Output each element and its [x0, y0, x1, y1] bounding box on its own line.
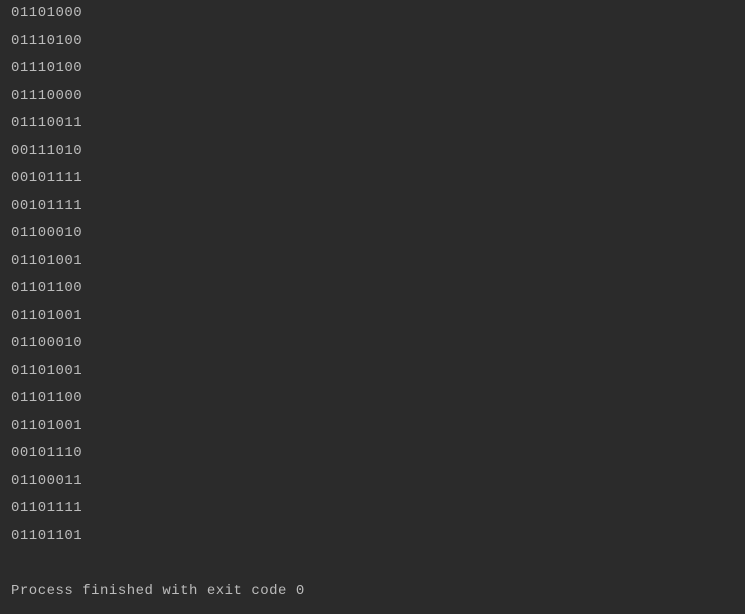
output-line: 01101100: [11, 385, 745, 413]
output-line: 00101111: [11, 193, 745, 221]
output-line: 01110011: [11, 110, 745, 138]
output-line: 01101001: [11, 413, 745, 441]
output-line: 01101001: [11, 303, 745, 331]
output-line: 01110100: [11, 28, 745, 56]
output-line: 01101100: [11, 275, 745, 303]
output-line: 01101001: [11, 358, 745, 386]
output-line: 00101110: [11, 440, 745, 468]
blank-line: [11, 550, 745, 578]
output-line: 01110000: [11, 83, 745, 111]
output-line: 01101101: [11, 523, 745, 551]
console-output: 01101000 01110100 01110100 01110000 0111…: [0, 0, 745, 605]
output-line: 01100010: [11, 220, 745, 248]
output-line: 00101111: [11, 165, 745, 193]
output-line: 01100011: [11, 468, 745, 496]
output-line: 01110100: [11, 55, 745, 83]
output-line: 01101111: [11, 495, 745, 523]
output-line: 01100010: [11, 330, 745, 358]
output-line: 01101001: [11, 248, 745, 276]
output-line: 00111010: [11, 138, 745, 166]
exit-message: Process finished with exit code 0: [11, 578, 745, 606]
output-line: 01101000: [11, 0, 745, 28]
